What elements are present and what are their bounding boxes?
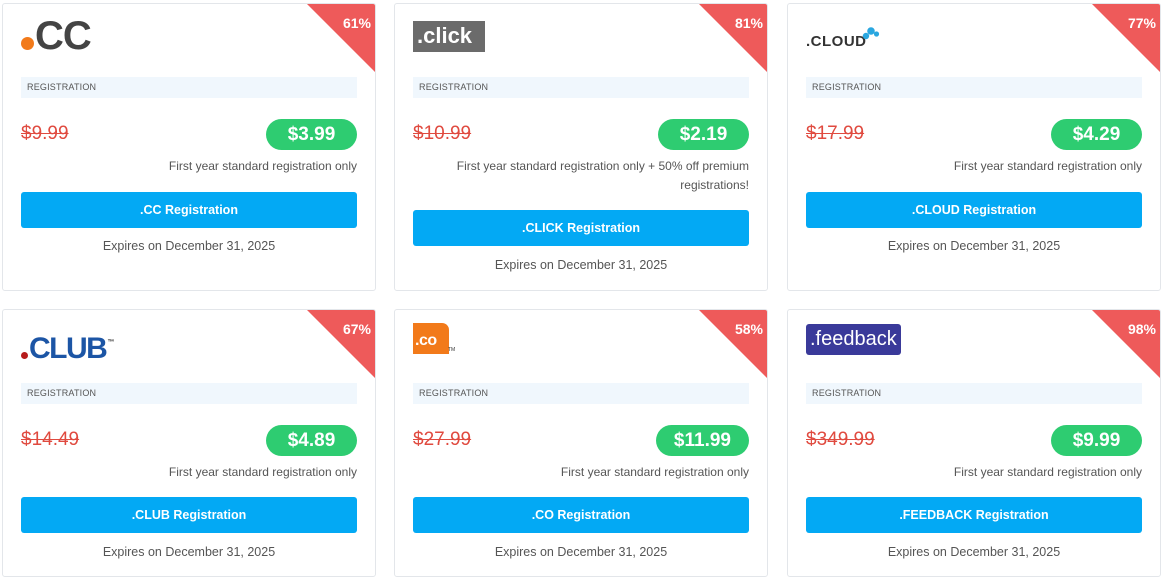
expiry-text: Expires on December 31, 2025 [494, 258, 668, 272]
feedback-logo: .feedback [806, 324, 901, 355]
price-note: First year standard registration only [168, 159, 357, 173]
deal-card-co: 58% .co TM REGISTRATION $27.99 $11.99 Fi… [394, 309, 768, 577]
new-price: $2.19 [658, 119, 749, 150]
registration-label: REGISTRATION [21, 77, 357, 98]
club-logo: CLUB ™ [21, 326, 114, 366]
expiry-text: Expires on December 31, 2025 [102, 239, 276, 253]
discount-badge: 61% [342, 15, 371, 31]
price-note: First year standard registration only [953, 465, 1142, 479]
cloud-logo: .CLOUD [806, 24, 881, 64]
price-note: First year standard registration only [953, 159, 1142, 173]
trademark-mark: ™ [107, 339, 115, 346]
co-registration-button[interactable]: .CO Registration [413, 497, 749, 533]
old-price: $349.99 [806, 429, 875, 450]
expiry-text: Expires on December 31, 2025 [494, 545, 668, 559]
old-price: $10.99 [413, 123, 472, 144]
deal-card-feedback: 98% .feedback REGISTRATION $349.99 $9.99… [787, 309, 1161, 577]
logo-dot [21, 352, 28, 359]
new-price: $3.99 [266, 119, 357, 150]
feedback-registration-button[interactable]: .FEEDBACK Registration [806, 497, 1142, 533]
domain-deals-grid: 61% CC REGISTRATION $9.99 $3.99 First ye… [0, 0, 1165, 580]
cloud-registration-button[interactable]: .CLOUD Registration [806, 192, 1142, 228]
logo-dot [21, 36, 34, 50]
cc-logo: CC [21, 14, 92, 58]
deal-card-click: 81% .click REGISTRATION $10.99 $2.19 Fir… [394, 3, 768, 291]
discount-badge: 67% [342, 321, 371, 337]
discount-badge: 58% [734, 321, 763, 337]
price-note: First year standard registration only [168, 465, 357, 479]
new-price: $4.89 [266, 425, 357, 456]
expiry-text: Expires on December 31, 2025 [102, 545, 276, 559]
registration-label: REGISTRATION [806, 77, 1142, 98]
logo-text: CC [35, 14, 92, 58]
deal-card-cc: 61% CC REGISTRATION $9.99 $3.99 First ye… [2, 3, 376, 291]
old-price: $14.49 [21, 429, 80, 450]
registration-label: REGISTRATION [413, 383, 749, 404]
discount-badge: 81% [734, 15, 763, 31]
club-registration-button[interactable]: .CLUB Registration [21, 497, 357, 533]
price-note: First year standard registration only + … [456, 159, 749, 192]
price-note: First year standard registration only [560, 465, 749, 479]
trademark-mark: TM [448, 347, 456, 353]
old-price: $9.99 [21, 123, 69, 144]
new-price: $4.29 [1051, 119, 1142, 150]
cc-registration-button[interactable]: .CC Registration [21, 192, 357, 228]
cloud-bubbles-icon [862, 27, 879, 40]
expiry-text: Expires on December 31, 2025 [887, 545, 1061, 559]
co-logo: .co TM [413, 323, 455, 357]
old-price: $27.99 [413, 429, 472, 450]
new-price: $9.99 [1051, 425, 1142, 456]
registration-label: REGISTRATION [413, 77, 749, 98]
click-registration-button[interactable]: .CLICK Registration [413, 210, 749, 246]
discount-badge: 98% [1127, 321, 1156, 337]
logo-text: .CLOUD [806, 33, 867, 50]
old-price: $17.99 [806, 123, 865, 144]
logo-text: .co [415, 332, 437, 349]
deal-card-club: 67% CLUB ™ REGISTRATION $14.49 $4.89 Fir… [2, 309, 376, 577]
deal-card-cloud: 77% .CLOUD REGISTRATION $17.99 $4.29 Fir… [787, 3, 1161, 291]
registration-label: REGISTRATION [806, 383, 1142, 404]
click-logo: .click [413, 21, 485, 52]
discount-badge: 77% [1127, 15, 1156, 31]
expiry-text: Expires on December 31, 2025 [887, 239, 1061, 253]
new-price: $11.99 [655, 425, 749, 456]
logo-text: CLUB [29, 332, 108, 365]
registration-label: REGISTRATION [21, 383, 357, 404]
